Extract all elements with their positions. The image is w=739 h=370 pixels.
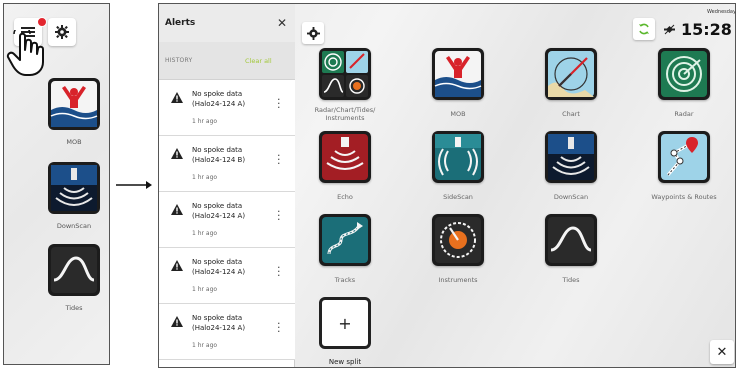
chart-icon bbox=[545, 48, 597, 100]
alert-title: No spoke data (Halo24-124 A) bbox=[192, 90, 246, 108]
more-options-icon[interactable]: · · · bbox=[277, 206, 281, 225]
history-label: HISTORY bbox=[165, 57, 193, 64]
app-tile-downscan[interactable] bbox=[545, 131, 597, 183]
warning-icon bbox=[171, 260, 183, 271]
app-label-waypoints: Waypoints & Routes bbox=[651, 193, 717, 201]
app-tile-radar[interactable] bbox=[658, 48, 710, 100]
app-tile-tides[interactable] bbox=[545, 214, 597, 266]
downscan-icon bbox=[545, 131, 597, 183]
history-row: HISTORY Clear all bbox=[159, 42, 295, 80]
alert-time: 1 hr ago bbox=[192, 342, 218, 349]
transition-arrow-icon bbox=[116, 181, 152, 189]
app-label-downscan: DownScan bbox=[553, 193, 589, 201]
radar-icon bbox=[658, 48, 710, 100]
sync-button[interactable] bbox=[633, 18, 655, 40]
alert-time: 1 hr ago bbox=[192, 230, 218, 237]
more-options-icon[interactable]: · · · bbox=[277, 318, 281, 337]
gear-icon bbox=[55, 25, 69, 39]
app-label-multi-split: Radar/Chart/Tides/ Instruments bbox=[314, 106, 376, 122]
app-tile-mob[interactable] bbox=[48, 78, 100, 130]
more-options-icon[interactable]: · · · bbox=[277, 150, 281, 169]
clock: 15:28 bbox=[681, 20, 732, 39]
gps-satellite-icon bbox=[664, 24, 675, 35]
app-tile-mob[interactable] bbox=[432, 48, 484, 100]
new-split-button[interactable]: + bbox=[319, 297, 371, 349]
alert-time: 1 hr ago bbox=[192, 286, 218, 293]
app-tile-waypoints[interactable] bbox=[658, 131, 710, 183]
warning-icon bbox=[171, 148, 183, 159]
waypoints-icon bbox=[658, 131, 710, 183]
app-tile-instruments[interactable] bbox=[432, 214, 484, 266]
warning-icon bbox=[171, 316, 183, 327]
app-tile-multi-split[interactable] bbox=[319, 48, 371, 100]
tides-icon bbox=[545, 214, 597, 266]
app-label-sidescan: SideScan bbox=[443, 193, 473, 201]
app-label-tides: Tides bbox=[65, 304, 83, 312]
day-label: Wednesday bbox=[707, 9, 736, 15]
downscan-icon bbox=[48, 162, 100, 214]
app-label-tracks: Tracks bbox=[334, 276, 356, 284]
alert-time: 1 hr ago bbox=[192, 118, 218, 125]
warning-icon bbox=[171, 92, 183, 103]
warning-icon bbox=[171, 204, 183, 215]
alert-title: No spoke data (Halo24-124 A) bbox=[192, 314, 246, 332]
sidescan-icon bbox=[432, 131, 484, 183]
settings-button[interactable] bbox=[48, 18, 76, 46]
alert-item[interactable]: No spoke data (Halo24-124 A) 1 hr ago · · · bbox=[159, 248, 295, 304]
app-tile-downscan[interactable] bbox=[48, 162, 100, 214]
tracks-icon bbox=[319, 214, 371, 266]
app-label-chart: Chart bbox=[562, 110, 580, 118]
app-tile-tides[interactable] bbox=[48, 244, 100, 296]
app-label-instruments: Instruments bbox=[438, 276, 478, 284]
alert-item[interactable]: No spoke data (Halo24-124 A) 1 hr ago · · · bbox=[159, 304, 295, 360]
more-options-icon[interactable]: · · · bbox=[277, 94, 281, 113]
new-split-label: New split bbox=[328, 358, 362, 366]
alerts-panel: Alerts ✕ HISTORY Clear all No spoke data… bbox=[159, 4, 295, 367]
pointer-hand-icon bbox=[6, 30, 44, 76]
tides-icon bbox=[48, 244, 100, 296]
app-tile-echo[interactable] bbox=[319, 131, 371, 183]
multi-split-icon bbox=[319, 48, 371, 100]
app-tile-chart[interactable] bbox=[545, 48, 597, 100]
after-screen: Alerts ✕ HISTORY Clear all No spoke data… bbox=[158, 3, 736, 368]
echo-icon bbox=[319, 131, 371, 183]
alerts-header: Alerts ✕ bbox=[159, 4, 295, 42]
app-label-downscan: DownScan bbox=[56, 222, 92, 230]
before-panel: MOB DownScan Tides bbox=[3, 3, 110, 365]
alert-title: No spoke data (Halo24-124 A) bbox=[192, 258, 246, 276]
clear-all-button[interactable]: Clear all bbox=[245, 57, 272, 65]
instruments-icon bbox=[432, 214, 484, 266]
notification-badge bbox=[37, 17, 47, 27]
more-options-icon[interactable]: · · · bbox=[277, 262, 281, 281]
mob-icon bbox=[48, 78, 100, 130]
app-label-mob: MOB bbox=[450, 110, 466, 118]
alert-item[interactable]: No spoke data (Halo24-124 A) 1 hr ago · · · bbox=[159, 80, 295, 136]
app-label-tides: Tides bbox=[562, 276, 580, 284]
tutorial-stage: MOB DownScan Tides Alerts ✕ HISTORY Clea… bbox=[0, 0, 739, 370]
alert-title: No spoke data (Halo24-124 B) bbox=[192, 146, 246, 164]
alert-item[interactable]: No spoke data (Halo24-124 A) 1 hr ago · · · bbox=[159, 192, 295, 248]
alert-item[interactable]: No spoke data (Halo24-124 B) 1 hr ago · · · bbox=[159, 136, 295, 192]
app-label-mob: MOB bbox=[66, 138, 82, 146]
app-label-radar: Radar bbox=[674, 110, 694, 118]
alert-title: No spoke data (Halo24-124 A) bbox=[192, 202, 246, 220]
close-button[interactable]: ✕ bbox=[710, 340, 734, 364]
app-label-echo: Echo bbox=[337, 193, 353, 201]
mob-icon bbox=[432, 48, 484, 100]
app-tile-tracks[interactable] bbox=[319, 214, 371, 266]
app-tile-sidescan[interactable] bbox=[432, 131, 484, 183]
alerts-title: Alerts bbox=[165, 18, 196, 28]
settings-button[interactable] bbox=[302, 22, 324, 44]
alerts-close-button[interactable]: ✕ bbox=[277, 16, 287, 30]
alert-time: 1 hr ago bbox=[192, 174, 218, 181]
gear-icon bbox=[306, 26, 320, 40]
sync-icon bbox=[639, 23, 649, 35]
